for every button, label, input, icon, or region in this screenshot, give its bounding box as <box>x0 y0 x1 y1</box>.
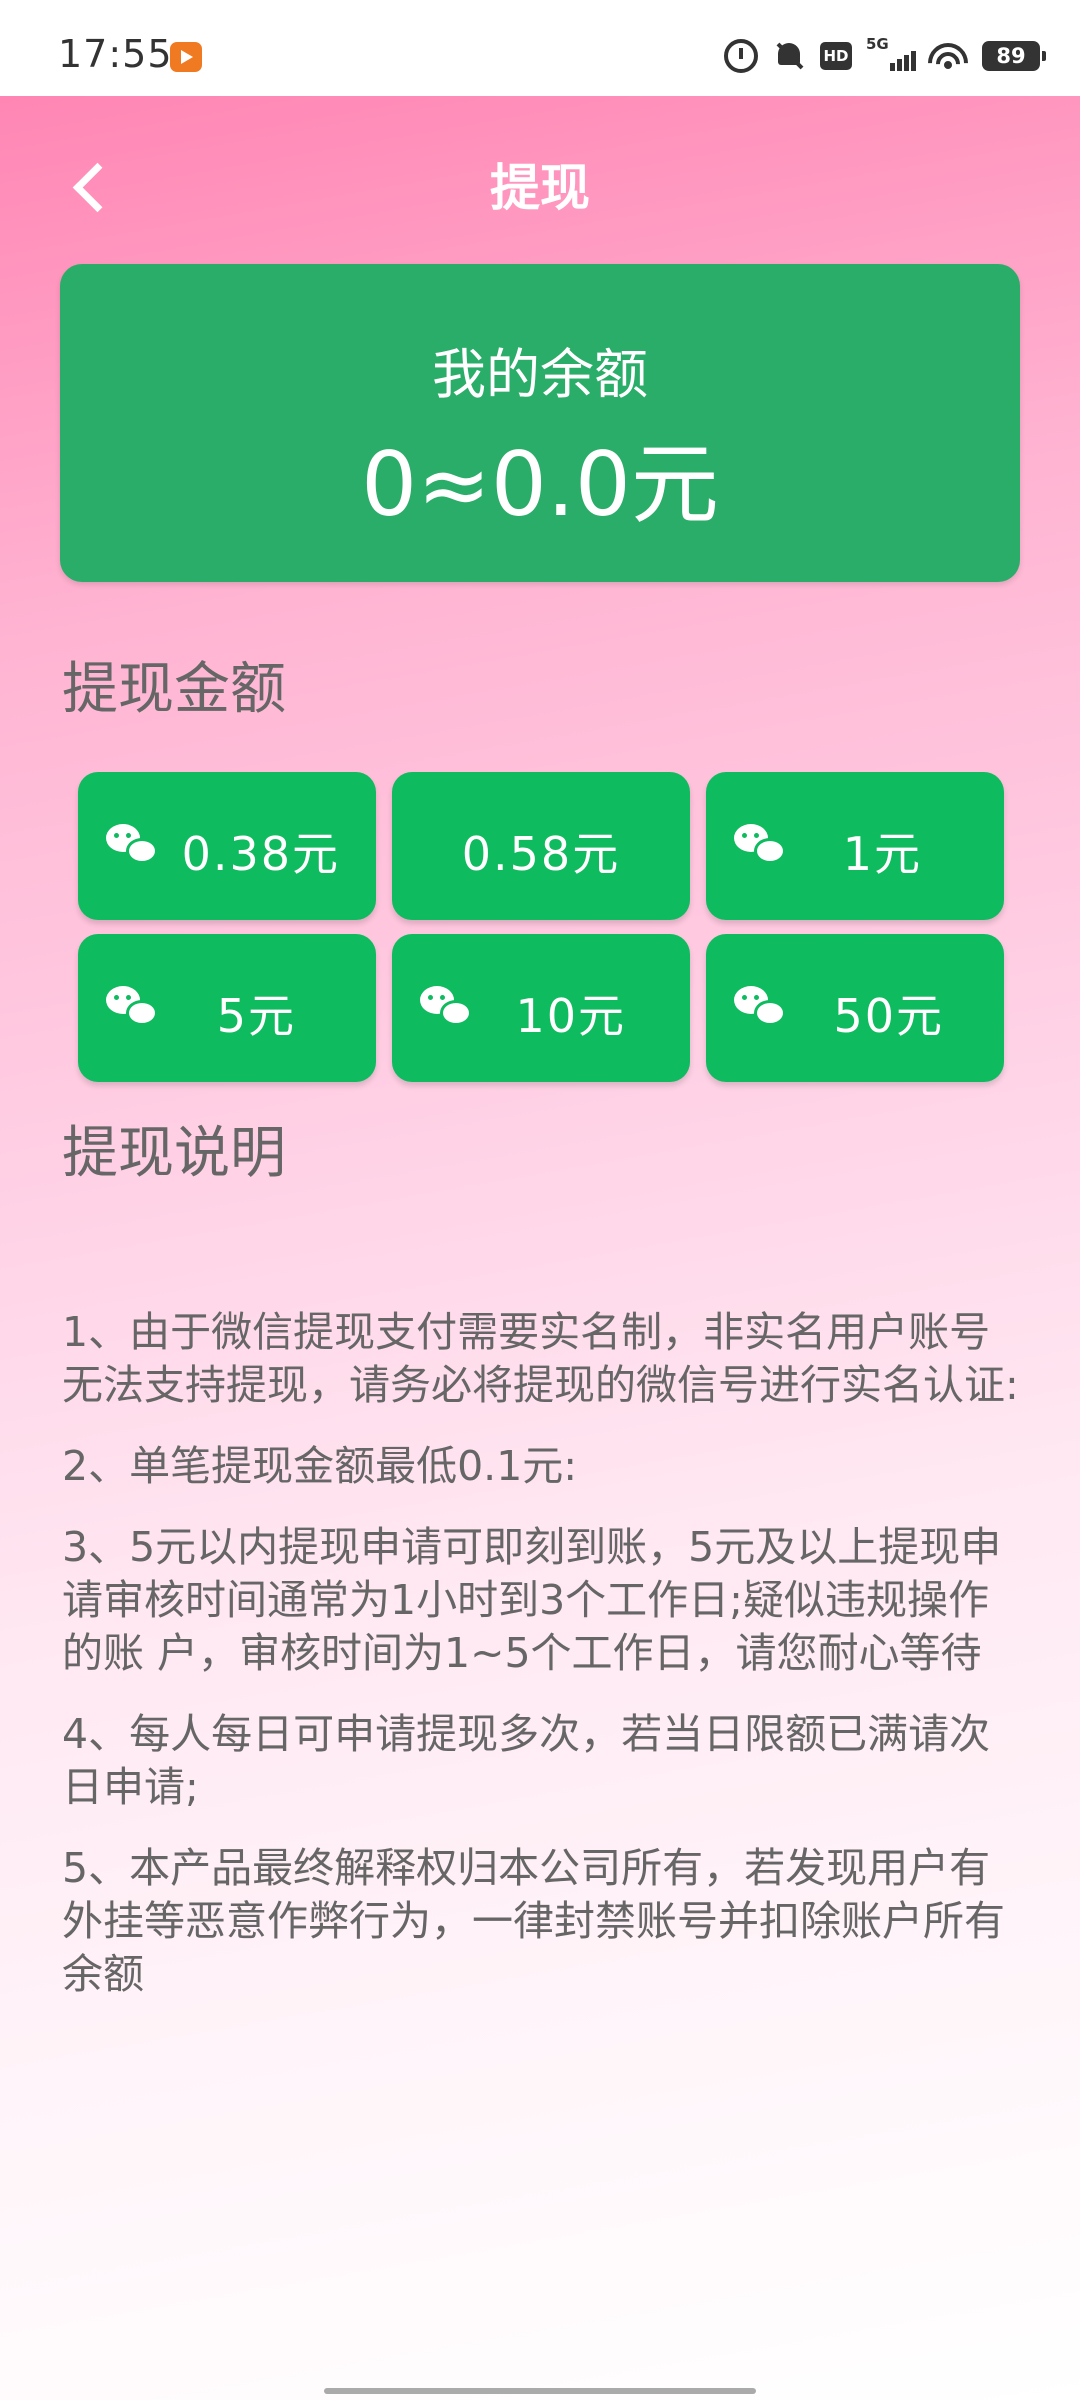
amount-option-10[interactable]: 10元 <box>392 934 690 1082</box>
wechat-icon <box>106 824 160 868</box>
wechat-icon <box>734 824 788 868</box>
battery-icon: 89 <box>982 41 1046 71</box>
alarm-icon <box>724 39 758 73</box>
amount-options: 0.38元 0.58元 1元 5元 10元 50元 <box>78 772 1004 1082</box>
instruction-item: 2、单笔提现金额最低0.1元: <box>62 1442 578 1490</box>
amount-option-1[interactable]: 1元 <box>706 772 1004 920</box>
wechat-icon <box>734 986 788 1030</box>
hd-icon: HD <box>820 42 852 70</box>
wifi-icon <box>928 39 968 73</box>
balance-label: 我的余额 <box>432 343 648 406</box>
signal-icon: 5G <box>866 35 916 73</box>
amount-option-50[interactable]: 50元 <box>706 934 1004 1082</box>
home-indicator[interactable] <box>324 2388 756 2394</box>
status-time: 17:55 <box>58 32 173 76</box>
withdraw-page: 提现 我的余额 0≈0.0元 提现金额 0.38元 0.58元 1元 5元 10… <box>0 96 1080 2400</box>
status-bar: 17:55 HD 5G 89 <box>0 0 1080 96</box>
instruction-item: 4、每人每日可申请提现多次，若当日限额已满请次日申请; <box>62 1710 991 1811</box>
bell-muted-icon <box>772 39 806 73</box>
amount-option-label: 0.38元 <box>181 827 340 881</box>
status-icons: HD 5G 89 <box>724 35 1046 76</box>
balance-card: 我的余额 0≈0.0元 <box>60 264 1020 582</box>
wechat-icon <box>420 986 474 1030</box>
page-title: 提现 <box>490 159 590 217</box>
app-notification-icon <box>170 42 202 72</box>
amount-option-label: 5元 <box>216 989 296 1043</box>
network-type-label: 5G <box>866 35 889 53</box>
amount-option-5[interactable]: 5元 <box>78 934 376 1082</box>
amount-option-0-58[interactable]: 0.58元 <box>392 772 690 920</box>
instructions-title: 提现说明 <box>62 1121 286 1186</box>
balance-value: 0≈0.0元 <box>361 433 719 536</box>
amount-option-0-38[interactable]: 0.38元 <box>78 772 376 920</box>
instructions-list: 1、由于微信提现支付需要实名制，非实名用户账号无法支持提现，请务必将提现的微信号… <box>62 1306 1026 2029</box>
amount-option-label: 50元 <box>833 989 944 1043</box>
instruction-item: 5、本产品最终解释权归本公司所有，若发现用户有外挂等恶意作弊行为，一律封禁账号并… <box>62 1844 1005 1998</box>
wechat-icon <box>106 986 160 1030</box>
amount-option-label: 0.58元 <box>461 827 621 881</box>
instruction-item: 1、由于微信提现支付需要实名制，非实名用户账号无法支持提现，请务必将提现的微信号… <box>62 1308 1019 1409</box>
amount-option-label: 1元 <box>842 827 922 881</box>
instruction-item: 3、5元以内提现申请可即刻到账，5元及以上提现申请审核时间通常为1小时到3个工作… <box>62 1523 1002 1677</box>
amount-option-label: 10元 <box>515 989 626 1043</box>
withdraw-amount-title: 提现金额 <box>62 657 286 722</box>
